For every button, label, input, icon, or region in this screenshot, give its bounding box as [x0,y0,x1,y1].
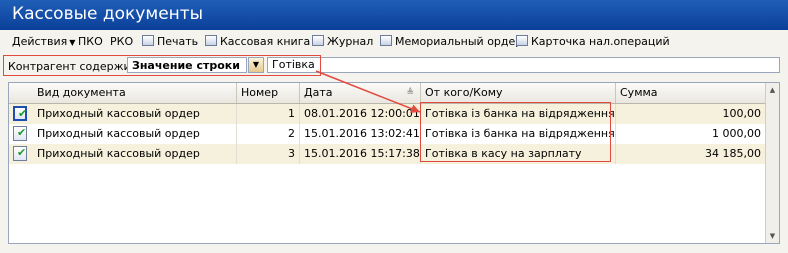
annotation-arrow [315,70,421,113]
arrow-line [315,70,421,113]
